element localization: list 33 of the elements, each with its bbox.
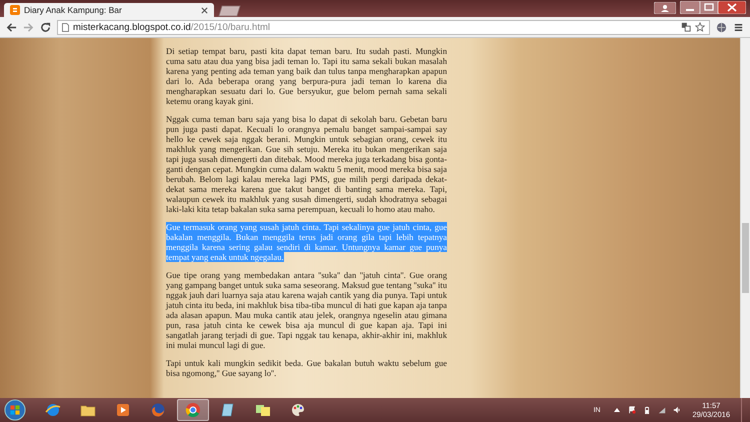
palette-icon [290, 402, 306, 418]
browser-tab[interactable]: Diary Anak Kampung: Bar [4, 3, 214, 17]
blog-logo-icon [10, 5, 20, 15]
user-icon[interactable] [654, 2, 676, 14]
round-logo-icon [185, 402, 201, 418]
signal-icon[interactable] [658, 406, 666, 414]
paragraph: Di setiap tempat baru, pasti kita dapat teman baru. Itu sudah pasti. Mungkin cuma satu atau dua yang bisa jadi teman lo. Tapi itu sama sekali bukan masalah karena yang penting ada teman yang baik dan tulus tanpa mengharapkan apapun dari lo. Ada beberapa orang yang berpura-pura jadi teman lo karena dia mengharapkan sesuatu dari lo. Gue bersyukur, gue belom pernah sama sekali ketemu orang kayak gini. [166, 46, 447, 106]
address-bar[interactable]: misterkacang.blogspot.co.id/2015/10/baru.html [57, 20, 710, 34]
new-tab-icon[interactable] [216, 5, 242, 17]
extension-icon[interactable] [716, 22, 727, 32]
paragraph: Gue tipe orang yang membedakan antara ''suka'' dan ''jatuh cinta''. Gue orang yang gampang banget untuk suka sama seseorang. Maksud gue tentang ''suka'' itu nggak jauh dari luarnya saja atau karena wajah cantik yang dia punya. Tapi untuk jatuh cinta itu beda, ini makhluk bisa tiba-tiba muncul di hati gue kapan aja tanpa ada alasan apapun. Mau muka cantik atau jelek, orangnya ngeselin atau gimana pun, rasa jatuh cinta ke cewek bisa aja muncul di gue kapan aja. Tapi ini sangatlah jarang terjadi di gue. Tapi nggak tau kenapa, akhir-akhir ini, makhluk ini mulai muncul lagi di gue. [166, 270, 447, 350]
window-controls[interactable] [680, 1, 746, 14]
menu-icon[interactable] [733, 22, 744, 32]
translate-icon[interactable] [681, 22, 691, 32]
reload-icon[interactable] [40, 22, 51, 32]
fox-globe-icon [150, 402, 166, 418]
page-icon [62, 22, 69, 32]
back-icon[interactable] [6, 22, 17, 32]
e-logo-icon [45, 402, 61, 418]
paragraph: Gue termasuk orang yang susah jatuh cinta. Tapi sekalinya gue jatuh cinta, gue bakalan menggila. Bukan menggila terus jadi orang gila tapi lebih tepatnya menggila karena sering galau sendiri di kamar. Untungnya kamar gue punya tempat yang enak untuk ngegalau. [166, 222, 447, 262]
play-icon [115, 402, 131, 418]
star-icon[interactable] [695, 22, 705, 32]
battery-icon[interactable] [643, 406, 652, 414]
paragraph: Tapi untuk kali mungkin sedikit beda. Gue bakalan butuh waktu sebelum gue bisa ngomong,'' Gue sayang lo''. [166, 358, 447, 378]
scrollbar[interactable] [740, 38, 750, 398]
paragraph: Nggak cuma teman baru saja yang bisa lo dapat di sekolah baru. Gebetan baru pun juga pasti dapat. Kecuali lo orangnya pemalu banget sampai-sampai say hello ke cewek saja nggak berani. Mungkin untuk sebagian orang, cewek itu makhluk yang mengerikan. Gue sih setuju. Mereka itu bukan mengerikan saja tapi juga susah dimengerti dan ditebak. Mood mereka juga terkadang bisa gonta-ganti dengan cepat. Mungkin cuma dalam waktu 5 menit, mood mereka bisa saja berubah. Belom lagi kalau mereka lagi PMS, gue milih pergi daripada dekat-dekat sama mereka karena gue takut banget di banting sama mereka. Tapi, walaupun cewek itu makhluk yang susah dimengerti, sudah khodratnya sebagai laki-laki kita tetap bakalan suka sama perempuan, kecuali lo homo atau maho. [166, 114, 447, 214]
notepad-icon [220, 402, 236, 418]
sticky-notes-icon [255, 402, 271, 418]
speaker-icon[interactable] [673, 406, 682, 414]
caret-icon[interactable] [613, 406, 622, 414]
flag-icon[interactable] [628, 406, 636, 414]
close-icon[interactable] [201, 6, 208, 14]
start-button[interactable] [4, 399, 26, 421]
